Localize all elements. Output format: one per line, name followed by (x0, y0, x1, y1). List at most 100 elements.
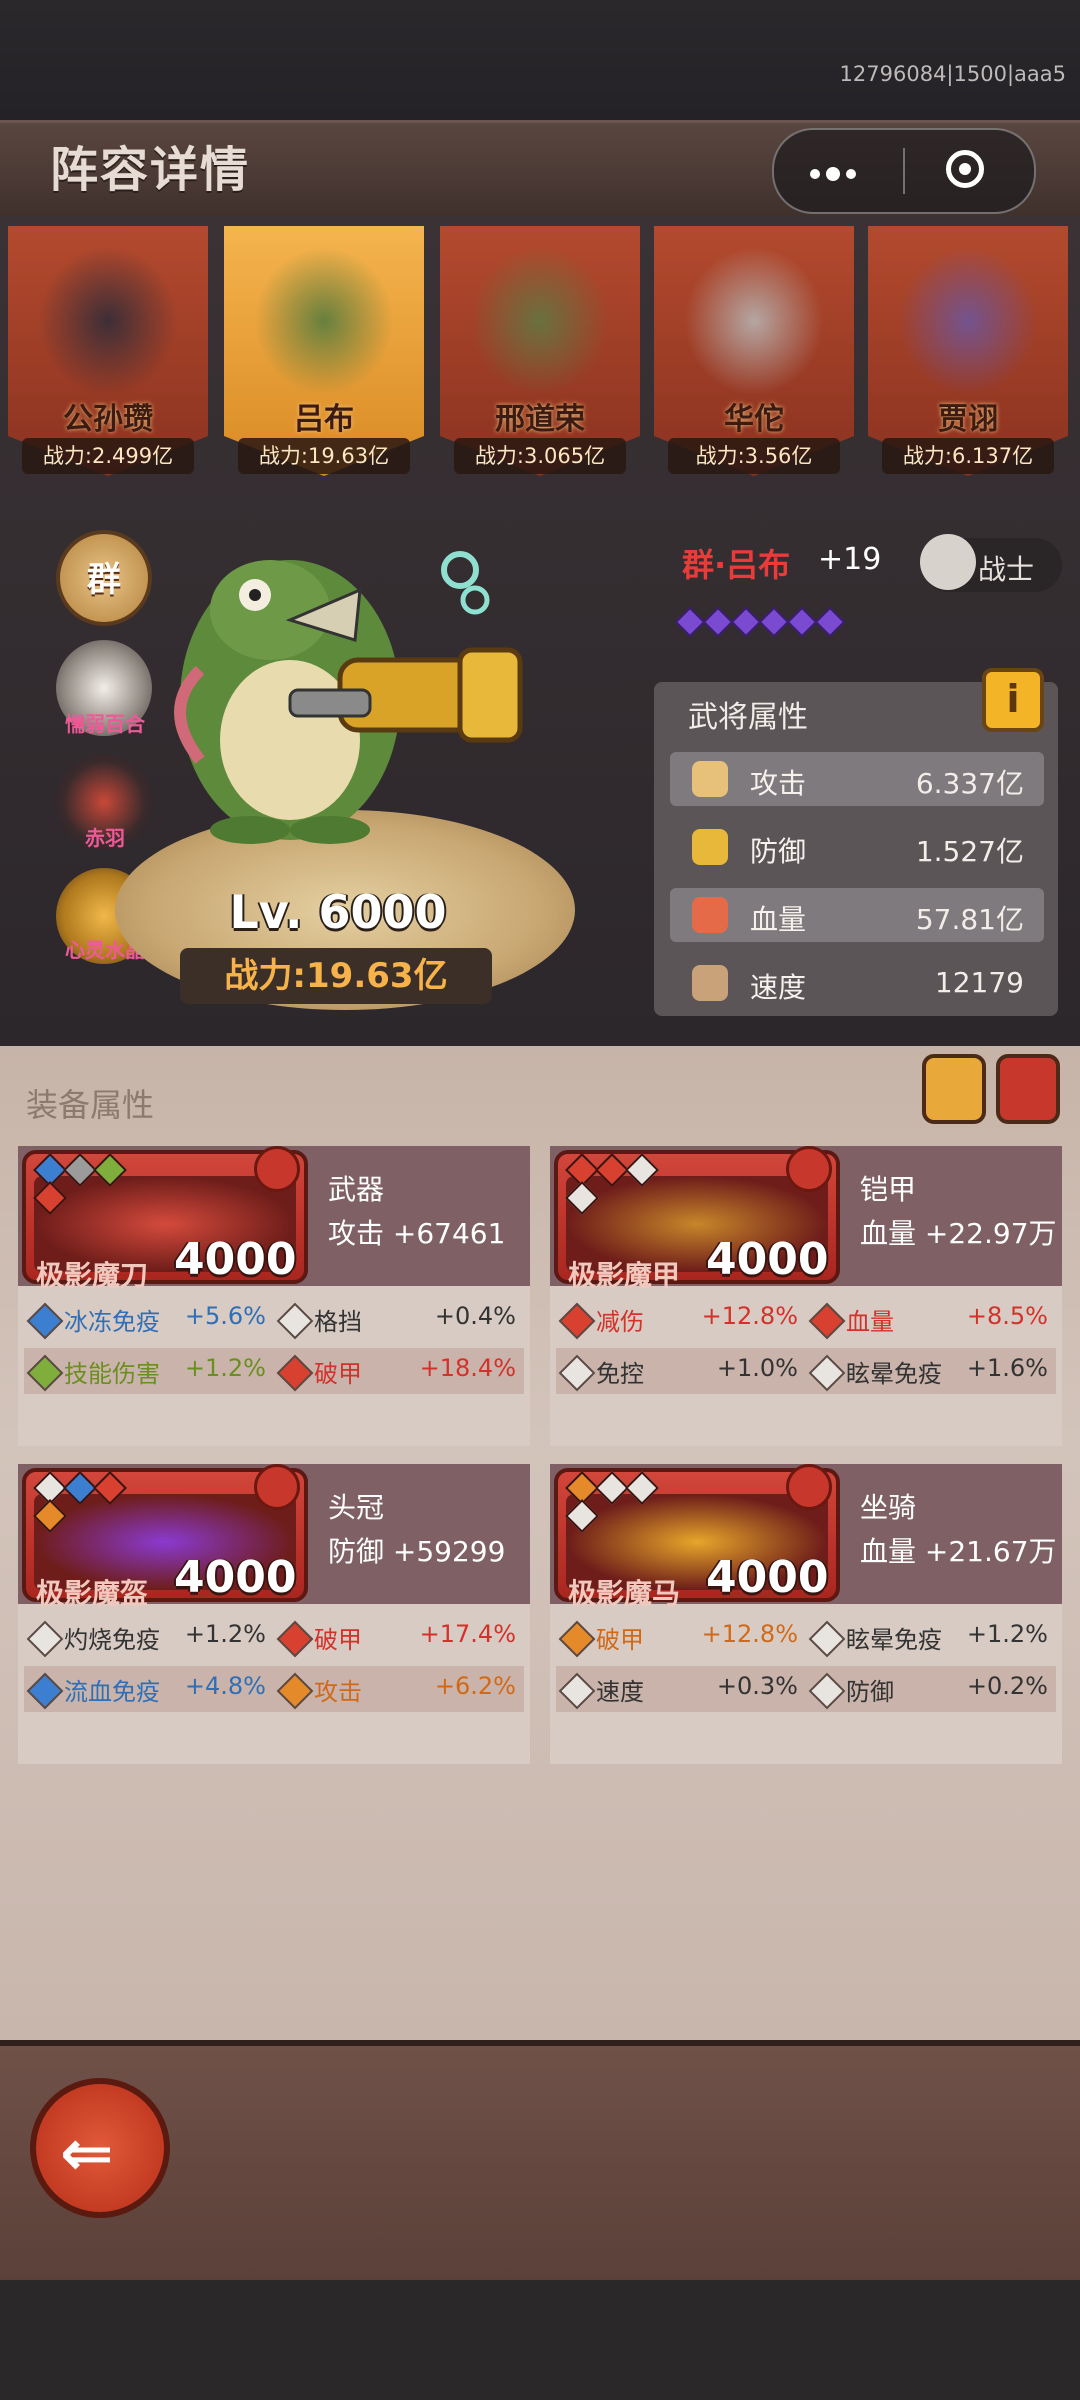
hero-stat-name: 防御 (750, 835, 807, 868)
sub-attribute: 破甲 +17.4% (274, 1620, 524, 1658)
equipment-name: 极影魔甲 (568, 1259, 681, 1292)
gem-slot-icon (63, 1153, 97, 1187)
faction-label: 群 (87, 560, 121, 600)
equipment-level: 4000 (174, 1552, 297, 1603)
equipment-main-bonus: 攻击 +67461 (328, 1217, 506, 1250)
sub-attribute-value: +4.8% (184, 1672, 266, 1700)
hero-stats-title: 武将属性 (688, 700, 808, 735)
attribute-gem-icon (558, 1672, 596, 1710)
equipment-card[interactable]: 极影魔甲 4000 铠甲 血量 +22.97万 减伤 +12.8% 血量 +8.5% 免控 +1.… (550, 1146, 1062, 1446)
hero-level: Lv. 6000 (229, 885, 447, 939)
hero-stat-value: 6.337亿 (915, 767, 1024, 800)
sub-attribute: 灼烧免疫 +1.2% (24, 1620, 274, 1658)
hero-portrait (684, 246, 824, 396)
gem-slot-icon (595, 1471, 629, 1505)
sub-attribute-value: +6.2% (434, 1672, 516, 1700)
sub-attribute-label: 眩晕免疫 (846, 1360, 942, 1388)
sub-attribute-label: 防御 (846, 1678, 894, 1706)
gem-slot-icon (93, 1153, 127, 1187)
sub-attribute-label: 免控 (596, 1360, 644, 1388)
info-button[interactable]: i (982, 668, 1044, 732)
hero-name: 吕布 (294, 402, 354, 437)
equipment-card[interactable]: 极影魔盔 4000 头冠 防御 +59299 灼烧免疫 +1.2% 破甲 +17.4% 流血免疫… (18, 1464, 530, 1764)
hero-card[interactable]: 邢道荣 战力:3.065亿 (440, 226, 640, 476)
hero-portrait (38, 246, 178, 396)
face-toggle-icon[interactable] (922, 1054, 986, 1124)
gem-slot-icon (595, 1153, 629, 1187)
equipment-name: 极影魔刀 (36, 1259, 149, 1292)
sub-attribute-value: +17.4% (419, 1620, 516, 1648)
sub-attribute-label: 减伤 (596, 1308, 644, 1336)
sub-attribute: 技能伤害 +1.2% (24, 1354, 274, 1392)
attribute-gem-icon (276, 1672, 314, 1710)
hero-card-power: 战力:2.499亿 (22, 438, 194, 474)
equipment-card[interactable]: 极影魔马 4000 坐骑 血量 +21.67万 破甲 +12.8% 眩晕免疫 +1.2% 速度 +… (550, 1464, 1062, 1764)
sub-attribute: 破甲 +18.4% (274, 1354, 524, 1392)
hero-class-label: 战士 (978, 553, 1035, 586)
sub-attribute: 攻击 +6.2% (274, 1672, 524, 1710)
hero-card[interactable]: 华佗 战力:3.56亿 (654, 226, 854, 476)
hero-card[interactable]: 贾诩 战力:6.137亿 (868, 226, 1068, 476)
attribute-gem-icon (808, 1620, 846, 1658)
sub-attribute-label: 破甲 (314, 1360, 362, 1388)
sub-attribute-label: 攻击 (314, 1678, 362, 1706)
sub-attribute-value: +8.5% (966, 1302, 1048, 1330)
sub-attribute-label: 破甲 (596, 1626, 644, 1654)
sub-attribute-value: +1.2% (184, 1620, 266, 1648)
attribute-gem-icon (808, 1354, 846, 1392)
sub-attribute: 眩晕免疫 +1.6% (806, 1354, 1056, 1392)
hero-card[interactable]: 吕布 战力:19.63亿 (224, 226, 424, 476)
hero-card-power: 战力:19.63亿 (238, 438, 410, 474)
sub-attribute-value: +18.4% (419, 1354, 516, 1382)
gem-slot-icon (33, 1181, 67, 1215)
hero-stat-name: 速度 (750, 971, 807, 1004)
shield-icon (692, 829, 728, 865)
gem-slot-icon (565, 1181, 599, 1215)
back-arrow-icon: ⇐ (60, 2117, 114, 2191)
equipment-card[interactable]: 极影魔刀 4000 武器 攻击 +67461 冰冻免疫 +5.6% 格挡 +0.4% 技能伤害 +… (18, 1146, 530, 1446)
dragon-emblem-icon (254, 1146, 300, 1192)
gem-slots (565, 1153, 680, 1215)
attribute-gem-icon (26, 1354, 64, 1392)
hero-card[interactable]: 公孙瓒 战力:2.499亿 (8, 226, 208, 476)
sword-icon (692, 761, 728, 797)
hero-stat-row: 防御 1.527亿 (670, 820, 1044, 874)
faction-badge[interactable]: 群 (56, 530, 152, 626)
hero-card-power: 战力:3.065亿 (454, 438, 626, 474)
hero-portrait (898, 246, 1038, 396)
sub-attribute-label: 冰冻免疫 (64, 1308, 160, 1336)
attribute-gem-icon (558, 1354, 596, 1392)
hero-card-power: 战力:3.56亿 (668, 438, 840, 474)
hero-portrait (254, 246, 394, 396)
hero-stat-name: 血量 (750, 903, 807, 936)
sub-attribute-label: 破甲 (314, 1626, 362, 1654)
page-title: 阵容详情 (50, 142, 251, 198)
sub-attribute-value: +0.3% (716, 1672, 798, 1700)
gem-slots (565, 1471, 680, 1533)
hero-name: 邢道荣 (495, 402, 585, 437)
attribute-gem-icon (558, 1620, 596, 1658)
equipment-slot: 头冠 (328, 1491, 385, 1524)
equipment-frame: 极影魔马 4000 (554, 1464, 840, 1610)
hero-stat-row: 速度 12179 (670, 956, 1044, 1010)
equipment-name: 极影魔盔 (36, 1577, 149, 1610)
sub-attribute-row: 破甲 +12.8% 眩晕免疫 +1.2% (556, 1614, 1056, 1660)
sub-attribute: 免控 +1.0% (556, 1354, 806, 1392)
equipment-frame: 极影魔刀 4000 (22, 1146, 308, 1292)
equipment-level: 4000 (706, 1552, 829, 1603)
hero-portrait (470, 246, 610, 396)
eye-toggle-icon[interactable] (996, 1054, 1060, 1124)
target-icon[interactable] (946, 150, 984, 188)
sub-attribute-value: +12.8% (701, 1620, 798, 1648)
hero-stat-row: 血量 57.81亿 (670, 888, 1044, 942)
equipment-frame: 极影魔甲 4000 (554, 1146, 840, 1292)
back-button[interactable]: ⇐ (30, 2078, 170, 2218)
attribute-gem-icon (558, 1302, 596, 1340)
sub-attribute-value: +1.2% (184, 1354, 266, 1382)
sub-attribute-label: 血量 (846, 1308, 894, 1336)
more-dots-icon[interactable] (810, 163, 870, 181)
sub-attribute-row: 速度 +0.3% 防御 +0.2% (556, 1666, 1056, 1712)
equipment-slot: 坐骑 (860, 1491, 917, 1524)
sub-attribute-row: 减伤 +12.8% 血量 +8.5% (556, 1296, 1056, 1342)
hero-stat-value: 57.81亿 (915, 903, 1024, 936)
